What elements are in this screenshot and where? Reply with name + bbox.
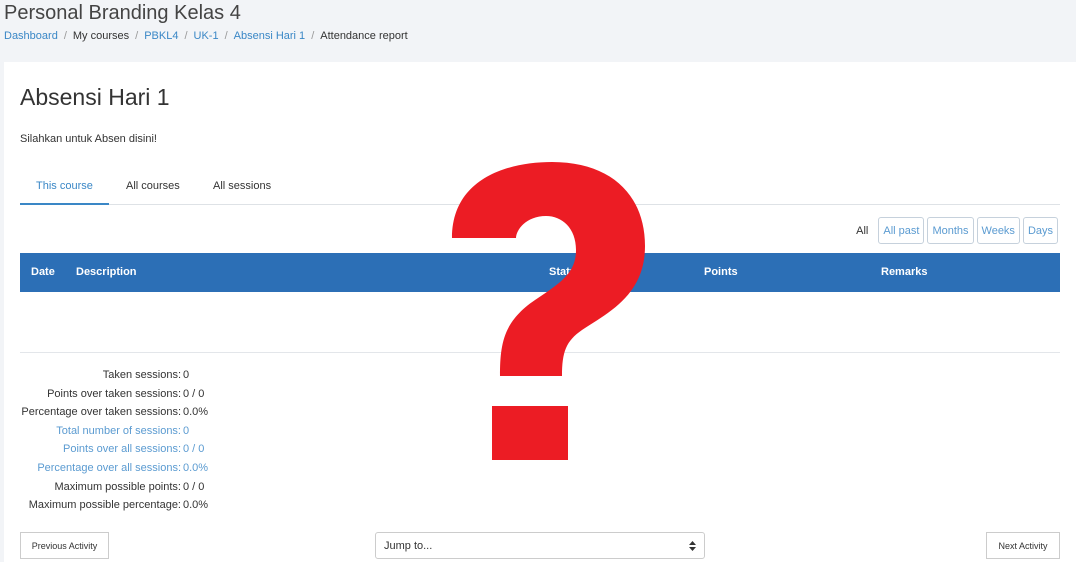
breadcrumb-activity[interactable]: Absensi Hari 1: [234, 30, 306, 42]
summary-row: Maximum possible points: 0 / 0: [20, 478, 208, 497]
breadcrumb-separator: /: [135, 30, 139, 42]
summary-value: 0: [183, 369, 190, 381]
page-header: Personal Branding Kelas 4 Dashboard / My…: [0, 0, 1076, 60]
breadcrumb-separator: /: [63, 30, 67, 42]
summary-value: 0 / 0: [183, 387, 205, 400]
summary-row: Maximum possible percentage: 0.0%: [20, 496, 208, 515]
summary-value: 0.0%: [183, 406, 209, 419]
summary-row: Total number of sessions: 0: [20, 422, 208, 441]
summary-row: Points over taken sessions: 0 / 0: [20, 385, 208, 404]
previous-activity-button[interactable]: Previous Activity: [20, 532, 109, 559]
attendance-summary: Taken sessions: 0 Points over taken sess…: [20, 366, 208, 515]
filter-all-label: All: [856, 224, 869, 237]
breadcrumb-separator: /: [311, 30, 315, 42]
jump-to-label: Jump to...: [384, 539, 433, 552]
summary-value: 0 / 0: [183, 443, 205, 456]
summary-label: Percentage over all sessions:: [37, 461, 181, 474]
filter-weeks-button[interactable]: Weeks: [976, 217, 1020, 244]
tab-all-sessions[interactable]: All sessions: [197, 170, 287, 205]
summary-value: 0.0%: [183, 499, 209, 512]
filter-months-button[interactable]: Months: [927, 217, 974, 244]
summary-value: 0.0%: [183, 461, 209, 474]
breadcrumb-dashboard[interactable]: Dashboard: [4, 30, 58, 42]
next-activity-button[interactable]: Next Activity: [986, 532, 1060, 559]
breadcrumb-my-courses: My courses: [72, 30, 130, 42]
breadcrumb-separator: /: [184, 30, 188, 42]
question-mark-icon: [452, 162, 645, 460]
breadcrumb-separator: /: [224, 30, 228, 42]
summary-row: Percentage over taken sessions: 0.0%: [20, 403, 208, 422]
summary-label: Percentage over taken sessions:: [21, 406, 181, 419]
summary-row: Points over all sessions: 0 / 0: [20, 440, 208, 459]
summary-value: 0 / 0: [183, 480, 205, 493]
summary-value: 0: [183, 424, 190, 437]
summary-row: Percentage over all sessions: 0.0%: [20, 459, 208, 478]
filter-days-button[interactable]: Days: [1022, 217, 1058, 244]
intro-text: Silahkan untuk Absen disini!: [20, 133, 157, 145]
summary-label: Taken sessions:: [102, 369, 181, 381]
tab-this-course[interactable]: This course: [20, 170, 109, 205]
column-description: Description: [76, 266, 137, 278]
summary-label: Points over taken sessions:: [47, 387, 181, 400]
breadcrumb-section[interactable]: UK-1: [194, 30, 219, 42]
column-date: Date: [31, 266, 55, 278]
activity-title: Absensi Hari 1: [20, 84, 170, 110]
breadcrumb: Dashboard / My courses / PBKL4 / UK-1 / …: [4, 30, 408, 42]
jump-to-select[interactable]: Jump to...: [375, 532, 705, 559]
breadcrumb-course[interactable]: PBKL4: [144, 30, 178, 42]
summary-label: Total number of sessions:: [56, 424, 181, 437]
select-arrows-icon: [689, 541, 696, 551]
breadcrumb-current: Attendance report: [320, 30, 408, 42]
tab-all-courses[interactable]: All courses: [110, 170, 196, 205]
summary-label: Maximum possible points:: [54, 480, 181, 493]
column-points: Points: [704, 266, 738, 278]
filter-all-past-button[interactable]: All past: [878, 217, 925, 244]
summary-label: Points over all sessions:: [63, 443, 181, 456]
period-filter: All All past Months Weeks Days: [856, 217, 1058, 244]
summary-label: Maximum possible percentage:: [28, 499, 181, 512]
summary-row: Taken sessions: 0: [20, 366, 208, 385]
column-remarks: Remarks: [881, 266, 928, 278]
course-title: Personal Branding Kelas 4: [4, 2, 241, 24]
